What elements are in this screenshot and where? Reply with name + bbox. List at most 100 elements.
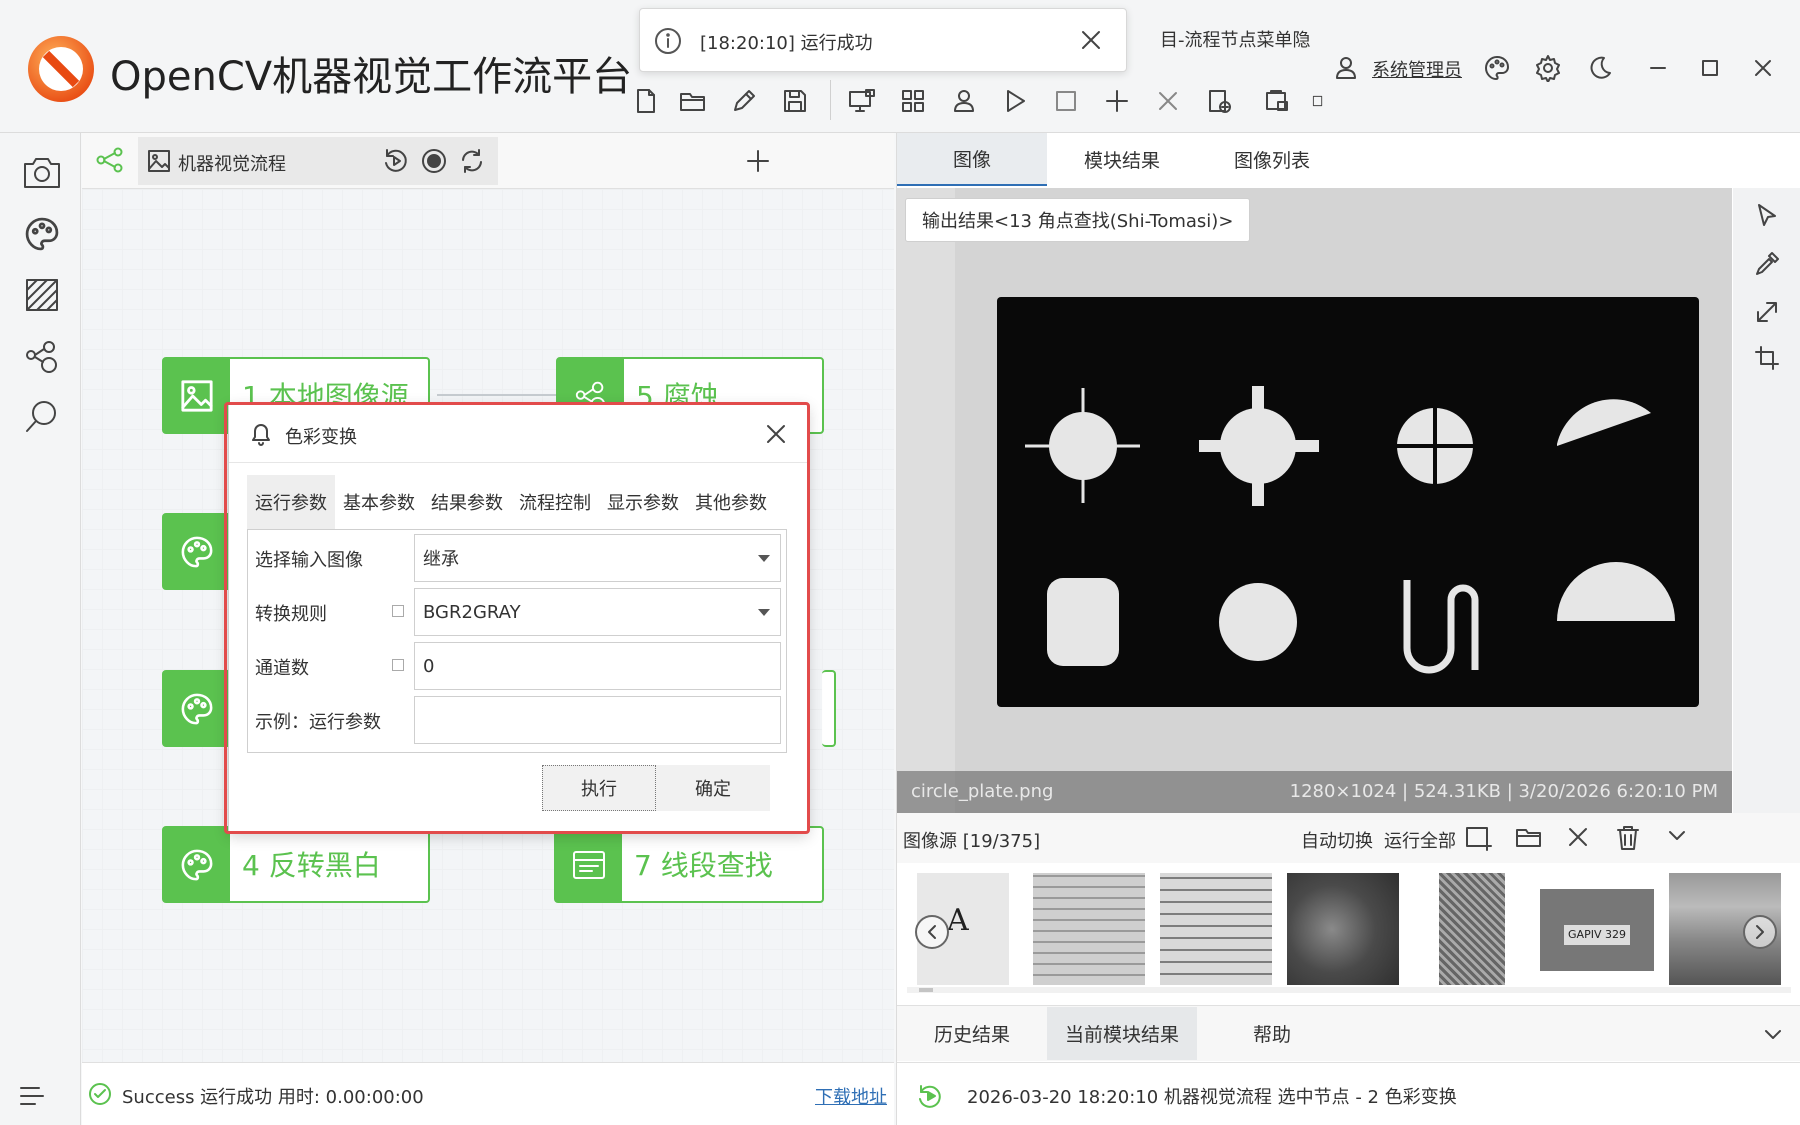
example-param-input[interactable] bbox=[414, 696, 781, 744]
tab-result-params[interactable]: 结果参数 bbox=[423, 475, 511, 529]
pointer-cursor-icon[interactable] bbox=[1749, 198, 1785, 234]
prev-arrow-icon[interactable] bbox=[915, 915, 949, 949]
execute-button[interactable]: 执行 bbox=[542, 765, 656, 811]
next-arrow-icon[interactable] bbox=[1743, 915, 1777, 949]
stop-icon[interactable] bbox=[1048, 83, 1084, 119]
thumb-scroll-handle[interactable] bbox=[919, 988, 933, 992]
log-bar: 2026-03-20 18:20:10 机器视觉流程 选中节点 - 2 色彩变换 bbox=[897, 1062, 1800, 1125]
thumbnail[interactable]: GAPIV 329 bbox=[1540, 889, 1654, 971]
image-viewer[interactable]: 输出结果<13 角点查找(Shi-Tomasi)> circle_plate.p… bbox=[897, 188, 1732, 813]
minimize-icon[interactable] bbox=[1648, 58, 1668, 78]
toast-close-icon[interactable] bbox=[1080, 29, 1102, 51]
flow-node-7[interactable]: 7 线段查找 bbox=[554, 826, 824, 903]
output-result-button[interactable]: 输出结果<13 角点查找(Shi-Tomasi)> bbox=[905, 198, 1251, 242]
auto-switch-button[interactable]: 自动切换 bbox=[1301, 827, 1373, 853]
status-bar: Success 运行成功 用时: 0.00:00:00 下载地址 bbox=[82, 1062, 894, 1125]
history-undo-icon[interactable] bbox=[382, 147, 410, 175]
monitor-icon[interactable] bbox=[844, 83, 880, 119]
feature-graph-icon[interactable] bbox=[20, 334, 64, 378]
open-folder-icon[interactable] bbox=[675, 83, 711, 119]
remove-image-icon[interactable] bbox=[1567, 826, 1589, 848]
user-name-link[interactable]: 系统管理员 bbox=[1372, 56, 1462, 82]
trash-icon[interactable] bbox=[1615, 824, 1641, 852]
menu-lines-icon[interactable] bbox=[18, 1084, 46, 1108]
camera-icon[interactable] bbox=[20, 151, 64, 195]
edit-icon[interactable] bbox=[726, 83, 762, 119]
param-checkbox[interactable] bbox=[392, 605, 404, 617]
tab-current-module-result[interactable]: 当前模块结果 bbox=[1047, 1007, 1197, 1060]
run-all-button[interactable]: 运行全部 bbox=[1384, 827, 1456, 853]
tab-history-result[interactable]: 历史结果 bbox=[897, 1007, 1047, 1060]
modules-icon[interactable] bbox=[895, 83, 931, 119]
crop-icon[interactable] bbox=[1749, 340, 1785, 376]
chevron-down-icon[interactable] bbox=[1667, 829, 1687, 843]
dialog-header: 色彩变换 bbox=[229, 405, 807, 463]
flow-tab[interactable]: 机器视觉流程 bbox=[138, 137, 498, 185]
more-tool-icon[interactable] bbox=[1312, 83, 1324, 119]
delete-icon[interactable] bbox=[1150, 83, 1186, 119]
param-label: 选择输入图像 bbox=[255, 550, 363, 571]
texture-filter-icon[interactable] bbox=[20, 273, 64, 317]
open-folder-icon[interactable] bbox=[1515, 825, 1543, 849]
channel-count-input[interactable]: 0 bbox=[414, 642, 781, 690]
close-window-icon[interactable] bbox=[1753, 58, 1773, 78]
chevron-down-icon[interactable] bbox=[1763, 1028, 1783, 1042]
tab-image-list[interactable]: 图像列表 bbox=[1197, 133, 1347, 186]
dialog-title: 色彩变换 bbox=[285, 427, 357, 448]
thumbnail[interactable] bbox=[1160, 873, 1272, 985]
plate-text: GAPIV 329 bbox=[1564, 925, 1630, 945]
user-icon[interactable] bbox=[946, 83, 982, 119]
param-row: 示例：运行参数 bbox=[248, 692, 786, 746]
user-avatar-icon[interactable] bbox=[1333, 55, 1359, 81]
param-label: 通道数 bbox=[255, 658, 309, 679]
tab-run-params[interactable]: 运行参数 bbox=[247, 475, 335, 529]
toast-message: [18:20:10] 运行成功 bbox=[700, 33, 873, 54]
add-flow-icon[interactable] bbox=[744, 147, 772, 175]
export-icon[interactable] bbox=[1201, 83, 1237, 119]
image-panel: 图像 模块结果 图像列表 输出结果<13 角点查找(Shi-Tomasi)> c… bbox=[896, 133, 1800, 1125]
flow-node-6-edge[interactable] bbox=[822, 670, 836, 747]
play-icon[interactable] bbox=[997, 83, 1033, 119]
search-icon[interactable] bbox=[20, 395, 64, 439]
dialog-tabs: 运行参数 基本参数 结果参数 流程控制 显示参数 其他参数 bbox=[247, 475, 775, 529]
tab-basic-params[interactable]: 基本参数 bbox=[335, 475, 423, 529]
flow-toolbar: 机器视觉流程 bbox=[82, 133, 894, 189]
input-image-select[interactable]: 继承 bbox=[414, 534, 781, 582]
resize-arrows-icon[interactable] bbox=[1749, 294, 1785, 330]
import-icon[interactable] bbox=[1259, 83, 1295, 119]
confirm-button[interactable]: 确定 bbox=[656, 765, 770, 811]
save-icon[interactable] bbox=[777, 83, 813, 119]
maximize-icon[interactable] bbox=[1700, 58, 1720, 78]
settings-gear-icon[interactable] bbox=[1534, 54, 1562, 82]
tab-image[interactable]: 图像 bbox=[897, 133, 1047, 186]
thumbnail[interactable] bbox=[1033, 873, 1145, 985]
add-icon[interactable] bbox=[1099, 83, 1135, 119]
add-image-icon[interactable] bbox=[1465, 825, 1493, 851]
dark-mode-moon-icon[interactable] bbox=[1586, 54, 1614, 82]
thumb-scrollbar[interactable] bbox=[907, 987, 1791, 993]
thumbnail[interactable] bbox=[1439, 873, 1505, 985]
tab-other-params[interactable]: 其他参数 bbox=[687, 475, 775, 529]
share-flow-icon[interactable] bbox=[96, 147, 124, 173]
loop-refresh-icon[interactable] bbox=[458, 147, 486, 175]
palette-module-icon[interactable] bbox=[20, 212, 64, 256]
dropdown-caret-icon bbox=[758, 555, 770, 562]
tab-display-params[interactable]: 显示参数 bbox=[599, 475, 687, 529]
convert-rule-select[interactable]: BGR2GRAY bbox=[414, 588, 781, 636]
tab-flow-control[interactable]: 流程控制 bbox=[511, 475, 599, 529]
dialog-close-icon[interactable] bbox=[765, 423, 787, 445]
thumbnail[interactable] bbox=[1287, 873, 1399, 985]
tab-help[interactable]: 帮助 bbox=[1197, 1007, 1347, 1060]
flow-node-4[interactable]: 4 反转黑白 bbox=[162, 826, 430, 903]
record-icon[interactable] bbox=[420, 147, 448, 175]
image-source-icon bbox=[164, 359, 230, 432]
palette-icon[interactable] bbox=[1483, 54, 1511, 82]
tab-module-result[interactable]: 模块结果 bbox=[1047, 133, 1197, 186]
download-link[interactable]: 下载地址 bbox=[815, 1083, 887, 1109]
new-file-icon[interactable] bbox=[628, 83, 664, 119]
source-label: 图像源 [19/375] bbox=[903, 831, 1041, 852]
success-check-icon bbox=[88, 1082, 112, 1106]
param-checkbox[interactable] bbox=[392, 659, 404, 671]
app-logo-icon bbox=[28, 36, 94, 102]
eyedropper-icon[interactable] bbox=[1749, 246, 1785, 282]
